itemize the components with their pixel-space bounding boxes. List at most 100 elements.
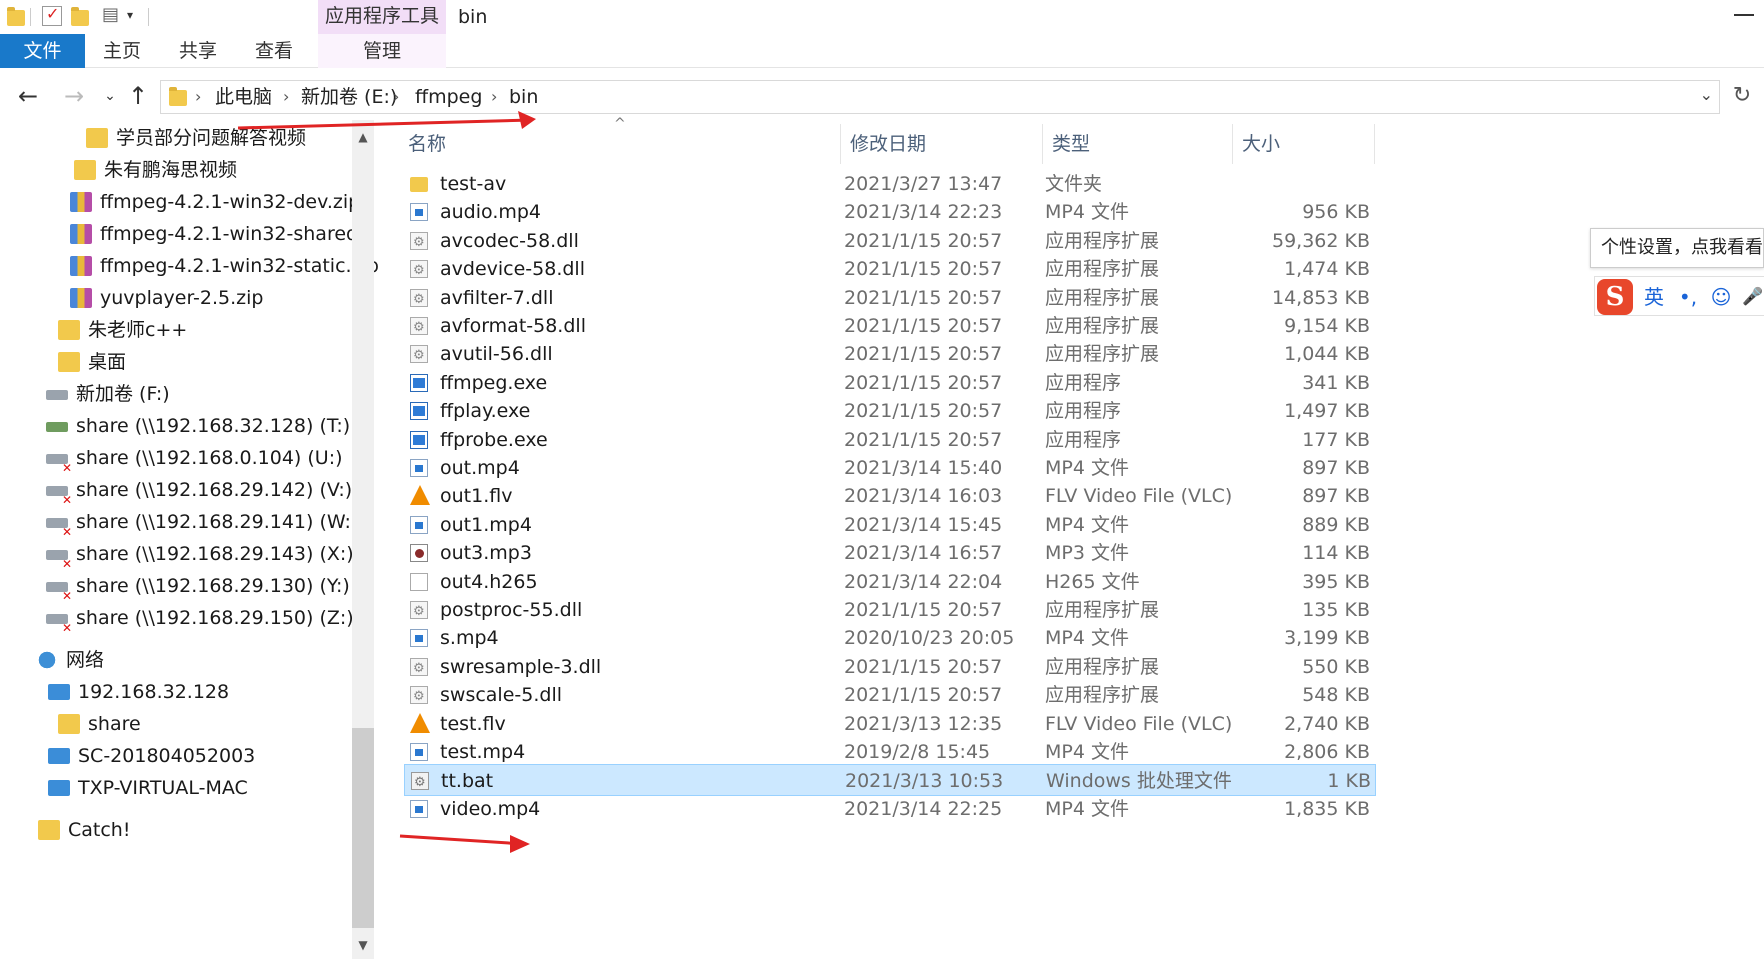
ime-voice-button[interactable]: 🎤 xyxy=(1739,283,1764,311)
ime-tooltip[interactable]: 个性设置，点我看看 xyxy=(1590,228,1764,268)
nav-item-label: SC-201804052003 xyxy=(78,745,256,767)
file-name: out1.mp4 xyxy=(440,513,532,536)
ime-language-toggle[interactable]: 英 xyxy=(1641,283,1667,311)
forward-button[interactable]: → xyxy=(60,82,88,110)
column-divider[interactable] xyxy=(840,124,841,164)
nav-item-label: 朱老师c++ xyxy=(88,319,188,341)
nav-scrollbar[interactable]: ▲ ▼ xyxy=(352,120,374,959)
blank-file-icon xyxy=(410,572,428,591)
disconnected-drive-icon xyxy=(46,452,72,484)
file-row[interactable]: out.mp4 2021/3/14 15:40 MP4 文件 897 KB xyxy=(404,452,1376,484)
file-name: test-av xyxy=(440,173,507,195)
properties-icon[interactable]: ✓ xyxy=(42,4,62,26)
tab-view[interactable]: 查看 xyxy=(240,34,308,68)
file-date: 2021/3/14 15:45 xyxy=(844,513,1003,536)
folder-icon xyxy=(58,320,80,340)
file-row[interactable]: swresample-3.dll 2021/1/15 20:57 应用程序扩展 550… xyxy=(404,651,1376,685)
file-date: 2021/1/15 20:57 xyxy=(844,286,1003,309)
file-size xyxy=(1176,168,1370,200)
file-name: swscale-5.dll xyxy=(440,684,562,707)
file-size: 548 KB xyxy=(1302,684,1370,707)
file-row[interactable]: avfilter-7.dll 2021/1/15 20:57 应用程序扩展 14,85… xyxy=(404,282,1376,316)
zip-icon xyxy=(70,288,92,308)
bat-file-icon xyxy=(411,767,429,799)
file-row[interactable]: avdevice-58.dll 2021/1/15 20:57 应用程序扩展 1,47… xyxy=(404,253,1376,287)
file-row[interactable]: video.mp4 2021/3/14 22:25 MP4 文件 1,835 KB xyxy=(404,793,1376,825)
folder-icon xyxy=(86,128,108,148)
column-divider[interactable] xyxy=(1232,124,1233,164)
new-folder-icon[interactable] xyxy=(70,6,90,26)
file-row[interactable]: out3.mp3 2021/3/14 16:57 MP3 文件 114 KB xyxy=(404,537,1376,569)
file-row[interactable]: avformat-58.dll 2021/1/15 20:57 应用程序扩展 9,15… xyxy=(404,310,1376,344)
file-row[interactable]: s.mp4 2020/10/23 20:05 MP4 文件 3,199 KB xyxy=(404,622,1376,654)
column-header-date[interactable]: 修改日期 xyxy=(850,124,926,164)
ime-emoji-button[interactable]: ☺ xyxy=(1707,283,1735,311)
computer-icon xyxy=(48,684,70,700)
file-row[interactable]: ffprobe.exe 2021/1/15 20:57 应用程序 177 KB xyxy=(404,424,1376,456)
file-row[interactable]: test.flv 2021/3/13 12:35 FLV Video File (V… xyxy=(404,708,1376,740)
folder-icon xyxy=(74,160,96,180)
folder-icon[interactable] xyxy=(6,6,26,26)
file-row[interactable]: postproc-55.dll 2021/1/15 20:57 应用程序扩展 135 … xyxy=(404,594,1376,628)
file-row[interactable]: avutil-56.dll 2021/1/15 20:57 应用程序扩展 1,044 … xyxy=(404,338,1376,372)
column-divider[interactable] xyxy=(1042,124,1043,164)
file-size: 2,806 KB xyxy=(1284,741,1370,763)
file-row[interactable]: swscale-5.dll 2021/1/15 20:57 应用程序扩展 548 KB xyxy=(404,679,1376,713)
column-divider[interactable] xyxy=(1374,124,1375,164)
mp4-file-icon xyxy=(410,799,428,818)
file-date: 2019/2/8 15:45 xyxy=(844,741,991,763)
file-row[interactable]: out1.mp4 2021/3/14 15:45 MP4 文件 889 KB xyxy=(404,509,1376,541)
quick-access-icon[interactable]: ▤ xyxy=(100,4,120,26)
file-row[interactable]: out4.h265 2021/3/14 22:04 H265 文件 395 KB xyxy=(404,566,1376,598)
file-name: audio.mp4 xyxy=(440,201,542,224)
address-dropdown-icon[interactable]: ⌄ xyxy=(1700,85,1713,104)
tab-share[interactable]: 共享 xyxy=(164,34,232,68)
tab-home[interactable]: 主页 xyxy=(88,34,156,68)
nav-item-label: share (\\192.168.29.141) (W:) xyxy=(76,511,359,533)
vlc-file-icon xyxy=(410,712,430,733)
file-name: avutil-56.dll xyxy=(440,343,553,366)
tab-file[interactable]: 文件 xyxy=(0,34,85,68)
file-row[interactable]: out1.flv 2021/3/14 16:03 FLV Video File (V… xyxy=(404,480,1376,512)
file-row[interactable]: ffmpeg.exe 2021/1/15 20:57 应用程序 341 KB xyxy=(404,367,1376,399)
recent-locations-button[interactable]: ⌄ xyxy=(96,82,124,110)
folder-icon xyxy=(169,87,187,106)
disconnected-drive-icon xyxy=(46,484,72,516)
tab-manage[interactable]: 管理 xyxy=(318,34,446,68)
scroll-down-icon[interactable]: ▼ xyxy=(352,934,374,956)
file-row[interactable]: avcodec-58.dll 2021/1/15 20:57 应用程序扩展 59,36… xyxy=(404,225,1376,259)
nav-scroll-thumb[interactable] xyxy=(352,728,374,928)
file-row[interactable]: test-av 2021/3/27 13:47 文件夹 xyxy=(404,168,1376,200)
breadcrumb-separator[interactable]: › xyxy=(195,81,201,113)
file-row[interactable]: ffplay.exe 2021/1/15 20:57 应用程序 1,497 KB xyxy=(404,395,1376,427)
file-date: 2021/1/15 20:57 xyxy=(844,655,1003,678)
file-row[interactable]: test.mp4 2019/2/8 15:45 MP4 文件 2,806 KB xyxy=(404,736,1376,768)
up-button[interactable]: ↑ xyxy=(124,82,152,110)
dll-file-icon xyxy=(410,227,428,259)
customize-toolbar-icon[interactable]: ▾ xyxy=(127,8,133,22)
nav-item-label: yuvplayer-2.5.zip xyxy=(100,287,264,309)
minimize-button[interactable] xyxy=(1734,14,1754,16)
sogou-logo-icon[interactable]: S xyxy=(1597,279,1633,315)
file-date: 2021/1/15 20:57 xyxy=(844,229,1003,252)
nav-item-label: ffmpeg-4.2.1-win32-static.zip xyxy=(100,255,378,277)
file-type: MP4 文件 xyxy=(1045,457,1129,479)
file-name: s.mp4 xyxy=(440,627,499,650)
file-row[interactable]: tt.bat2021/3/13 10:53Windows 批处理文件1 KB xyxy=(404,764,1376,799)
file-date: 2021/3/14 15:40 xyxy=(844,457,1003,479)
column-header-type[interactable]: 类型 xyxy=(1052,124,1090,164)
file-size: 897 KB xyxy=(1302,457,1370,479)
sort-ascending-icon: ^ xyxy=(614,116,626,132)
file-row[interactable]: audio.mp4 2021/3/14 22:23 MP4 文件 956 KB xyxy=(404,196,1376,228)
ime-punctuation-toggle[interactable]: •, xyxy=(1675,283,1701,311)
file-size: 14,853 KB xyxy=(1271,286,1370,309)
refresh-button[interactable]: ↻ xyxy=(1728,82,1756,110)
file-size: 3,199 KB xyxy=(1284,627,1370,650)
file-size: 1,474 KB xyxy=(1284,258,1370,281)
file-type: 应用程序 xyxy=(1045,400,1122,423)
disconnected-drive-icon xyxy=(46,580,72,612)
file-date: 2021/3/13 12:35 xyxy=(844,712,1003,735)
column-header-size[interactable]: 大小 xyxy=(1242,124,1280,164)
back-button[interactable]: ← xyxy=(14,82,42,110)
drive-icon xyxy=(46,390,68,400)
